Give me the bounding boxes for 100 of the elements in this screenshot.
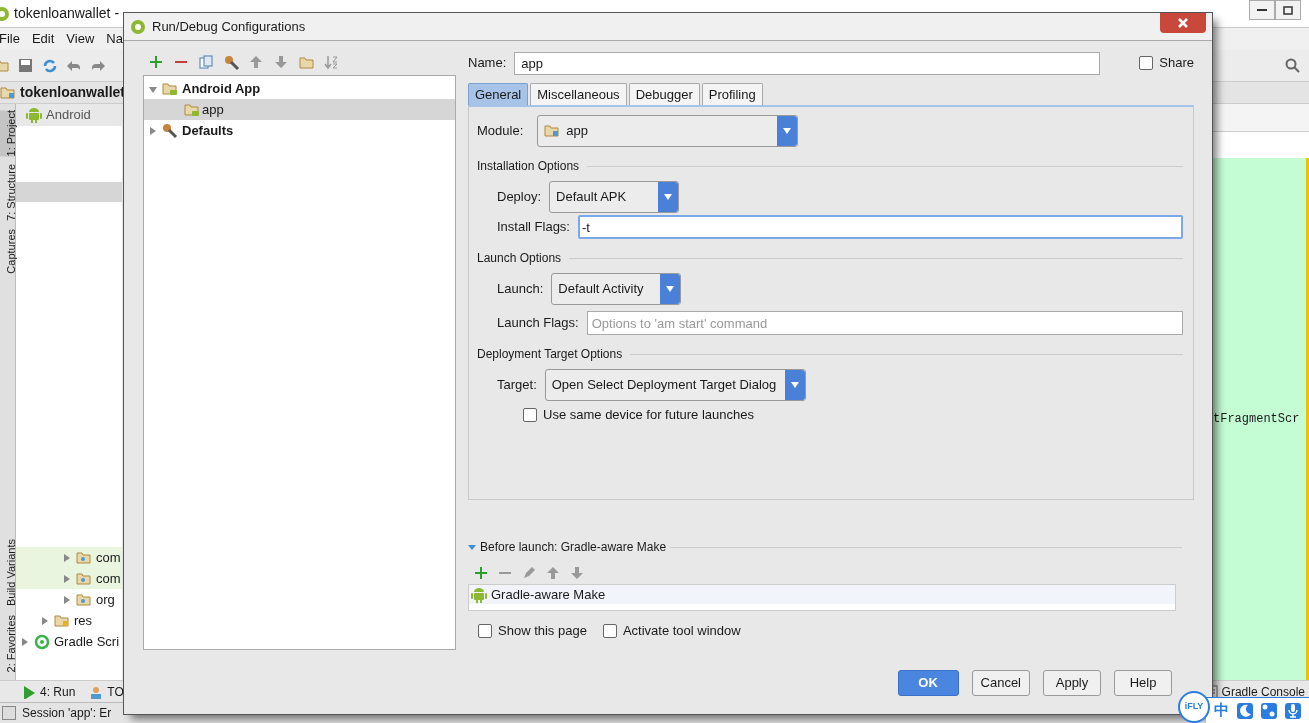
checkbox[interactable] bbox=[602, 623, 617, 638]
caret-icon bbox=[782, 126, 793, 136]
punctuation-icon[interactable] bbox=[1261, 702, 1277, 719]
caret-icon bbox=[665, 284, 676, 294]
move-down-icon[interactable] bbox=[570, 566, 584, 580]
code-text: tFragmentScr bbox=[1213, 411, 1300, 428]
window-title: tokenloanwallet - bbox=[14, 4, 120, 23]
add-icon[interactable] bbox=[474, 566, 488, 580]
section-header: Launch Options bbox=[477, 250, 562, 267]
menu-item[interactable]: Na bbox=[106, 29, 123, 49]
ime-mode[interactable]: 中 bbox=[1214, 699, 1229, 722]
tree-row[interactable]: org bbox=[16, 589, 122, 610]
app-logo-icon bbox=[130, 18, 146, 35]
field-label: Install Flags: bbox=[497, 218, 570, 237]
tree-row[interactable]: Android App bbox=[144, 78, 455, 99]
move-down-icon[interactable] bbox=[274, 55, 290, 71]
save-icon[interactable] bbox=[18, 57, 34, 74]
folder-icon[interactable] bbox=[299, 55, 315, 71]
module-dropdown[interactable]: app bbox=[537, 115, 799, 147]
field-label: Deploy: bbox=[497, 188, 542, 207]
tree-row[interactable]: com bbox=[16, 568, 122, 589]
folder-icon bbox=[76, 549, 92, 566]
checkbox-label: Show this page bbox=[498, 622, 587, 640]
menu-item[interactable]: File bbox=[0, 29, 20, 49]
status-text: Session 'app': Er bbox=[22, 705, 112, 722]
side-tab[interactable]: Build Variants bbox=[0, 539, 15, 607]
checkbox[interactable] bbox=[1139, 56, 1154, 70]
checkbox-label: Use same device for future launches bbox=[543, 406, 754, 424]
expand-arrow-icon bbox=[148, 125, 158, 136]
field-label: Name: bbox=[468, 54, 507, 73]
expand-arrow-icon bbox=[20, 636, 30, 647]
deploy-dropdown[interactable]: Default APK bbox=[549, 181, 680, 213]
run-icon bbox=[22, 684, 36, 699]
tab[interactable]: Debugger bbox=[628, 83, 700, 105]
section-header: Deployment Target Options bbox=[477, 346, 623, 363]
minimize-button[interactable] bbox=[1249, 0, 1275, 20]
sync-icon[interactable] bbox=[42, 57, 58, 74]
checkbox-label: Activate tool window bbox=[622, 622, 741, 640]
menu-item[interactable]: View bbox=[66, 29, 95, 49]
launch-dropdown[interactable]: Default Activity bbox=[551, 273, 682, 305]
add-icon[interactable] bbox=[149, 55, 165, 71]
search-icon[interactable] bbox=[1285, 57, 1301, 74]
maximize-icon bbox=[1283, 5, 1293, 15]
section-header: Installation Options bbox=[477, 158, 580, 175]
dialog-button[interactable]: Help bbox=[1114, 669, 1172, 696]
android-folder-icon bbox=[184, 101, 200, 118]
side-tab[interactable]: 2: Favorites bbox=[0, 614, 15, 672]
checkbox[interactable] bbox=[478, 623, 492, 638]
folder-icon bbox=[544, 123, 561, 139]
caret-icon bbox=[789, 380, 800, 390]
folder-icon bbox=[54, 612, 70, 629]
expand-arrow-icon bbox=[62, 552, 72, 563]
android-folder-icon bbox=[162, 80, 178, 97]
microphone-icon[interactable] bbox=[1285, 702, 1301, 719]
move-up-icon[interactable] bbox=[249, 55, 265, 71]
tab[interactable]: General bbox=[468, 83, 529, 105]
folder-icon bbox=[76, 570, 92, 587]
dialog-button[interactable]: Apply bbox=[1043, 669, 1101, 696]
tab[interactable]: Miscellaneous bbox=[530, 83, 627, 105]
dialog-button[interactable]: Cancel bbox=[971, 669, 1030, 696]
field-label: Target: bbox=[497, 376, 537, 395]
person-icon bbox=[89, 684, 104, 699]
close-button[interactable] bbox=[1160, 13, 1206, 33]
side-tab[interactable]: Captures bbox=[0, 229, 15, 274]
field-label: Module: bbox=[477, 122, 524, 141]
tree-row[interactable]: Gradle Scri bbox=[16, 631, 122, 652]
minimize-icon bbox=[1257, 9, 1267, 11]
install-flags-field[interactable]: -t bbox=[578, 215, 1183, 239]
tree-row[interactable]: app bbox=[144, 99, 455, 120]
sort-icon[interactable] bbox=[324, 55, 340, 71]
expand-arrow-icon bbox=[62, 573, 72, 584]
side-tab[interactable]: 7: Structure bbox=[0, 164, 15, 222]
tab[interactable]: Profiling bbox=[701, 83, 763, 105]
menu-item[interactable]: Edit bbox=[31, 29, 55, 49]
close-icon bbox=[1175, 16, 1191, 30]
checkbox[interactable] bbox=[523, 407, 537, 422]
checkbox-label: Share bbox=[1159, 54, 1194, 73]
moon-icon[interactable] bbox=[1237, 702, 1253, 719]
gradle-icon bbox=[34, 633, 50, 650]
name-field[interactable]: app bbox=[514, 51, 1101, 75]
copy-icon[interactable] bbox=[199, 55, 215, 71]
project-name[interactable]: tokenloanwallet bbox=[20, 82, 126, 103]
field-label: Launch: bbox=[497, 280, 544, 299]
tree-row[interactable]: res bbox=[16, 610, 122, 631]
task-row[interactable]: Gradle-aware Make bbox=[469, 585, 1175, 604]
ok-button[interactable]: OK bbox=[897, 669, 959, 696]
move-up-icon[interactable] bbox=[546, 566, 560, 580]
expand-arrow-icon bbox=[62, 594, 72, 605]
tool-window-tab[interactable]: TO bbox=[89, 682, 124, 701]
tree-row[interactable]: com bbox=[16, 547, 122, 568]
edit-icon[interactable] bbox=[522, 566, 536, 580]
field-label: Launch Flags: bbox=[497, 314, 579, 333]
target-dropdown[interactable]: Open Select Deployment Target Dialog bbox=[544, 369, 806, 401]
tool-window-tab[interactable]: 4: Run bbox=[22, 682, 76, 701]
maximize-button[interactable] bbox=[1275, 0, 1301, 20]
tree-row[interactable]: Defaults bbox=[144, 120, 455, 141]
side-tab[interactable]: 1: Project bbox=[0, 110, 15, 157]
folder-icon bbox=[0, 84, 16, 101]
caret-icon bbox=[663, 192, 674, 202]
launch-flags-field[interactable]: Options to 'am start' command bbox=[586, 311, 1183, 335]
